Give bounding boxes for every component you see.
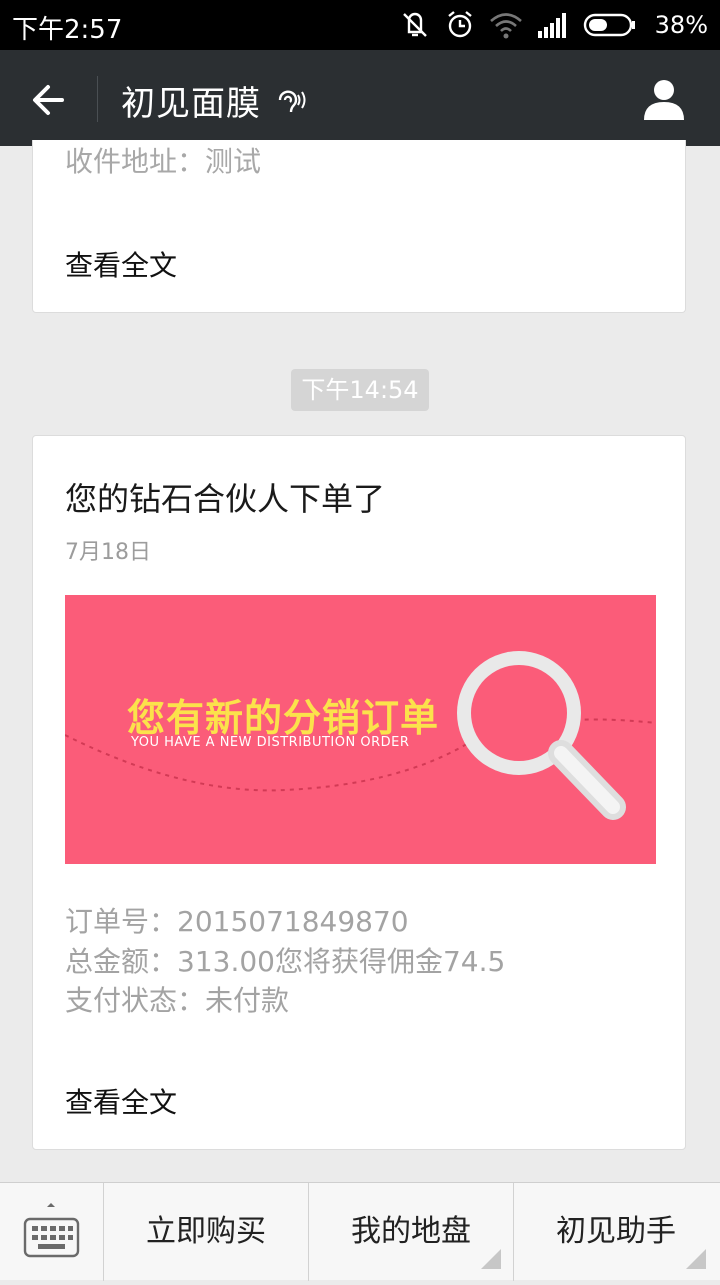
status-time: 下午2:57 <box>12 15 123 45</box>
signal-icon <box>537 13 566 38</box>
menu-item-my-territory[interactable]: 我的地盘 <box>308 1183 513 1281</box>
menu-item-label: 初见助手 <box>556 1214 676 1249</box>
order-number: 订单号：2015071849870 <box>65 905 409 938</box>
chat-title: 初见面膜 <box>121 84 261 124</box>
battery-icon <box>583 13 635 37</box>
keyboard-icon <box>23 1203 80 1258</box>
order-total: 总金额：313.00您将获得佣金74.5 <box>65 945 506 978</box>
submenu-indicator-icon <box>481 1249 501 1269</box>
back-arrow-icon[interactable] <box>28 78 72 122</box>
magnifier-icon <box>457 651 626 820</box>
read-more-link[interactable]: 查看全文 <box>65 1081 177 1121</box>
message-date: 7月18日 <box>65 540 151 565</box>
keyboard-toggle-button[interactable] <box>0 1183 103 1281</box>
message-card-order[interactable]: 您的钻石合伙人下单了 7月18日 您有新的分销订单 YOU HAVE A NEW… <box>32 435 686 1150</box>
address-line: 收件地址：测试 <box>65 145 262 178</box>
menu-item-buy-now[interactable]: 立即购买 <box>103 1183 308 1281</box>
message-title: 您的钻石合伙人下单了 <box>65 480 386 518</box>
order-banner: 您有新的分销订单 YOU HAVE A NEW DISTRIBUTION ORD… <box>65 595 656 864</box>
banner-headline: 您有新的分销订单 <box>127 696 440 740</box>
submenu-indicator-icon <box>686 1249 706 1269</box>
status-icons: 38% <box>399 8 708 42</box>
mute-icon <box>402 12 427 37</box>
status-bar: 下午2:57 38% <box>0 0 720 50</box>
read-more-link[interactable]: 查看全文 <box>65 244 177 284</box>
ear-icon <box>278 90 306 113</box>
message-card-previous: 收件地址：测试 查看全文 <box>32 140 686 313</box>
profile-icon[interactable] <box>640 76 688 124</box>
battery-percent: 38% <box>654 11 708 39</box>
title-bar: 初见面膜 <box>0 50 720 146</box>
bottom-menu-bar: 立即购买 我的地盘 初见助手 <box>0 1182 720 1281</box>
menu-item-label: 立即购买 <box>146 1214 266 1249</box>
message-timestamp: 下午14:54 <box>291 369 429 411</box>
payment-status: 支付状态：未付款 <box>65 984 290 1017</box>
title-divider <box>97 76 98 122</box>
alarm-icon <box>447 11 472 38</box>
banner-subline: YOU HAVE A NEW DISTRIBUTION ORDER <box>131 735 410 750</box>
wifi-icon <box>489 13 522 39</box>
menu-item-label: 我的地盘 <box>351 1214 471 1249</box>
menu-item-assistant[interactable]: 初见助手 <box>513 1183 718 1281</box>
